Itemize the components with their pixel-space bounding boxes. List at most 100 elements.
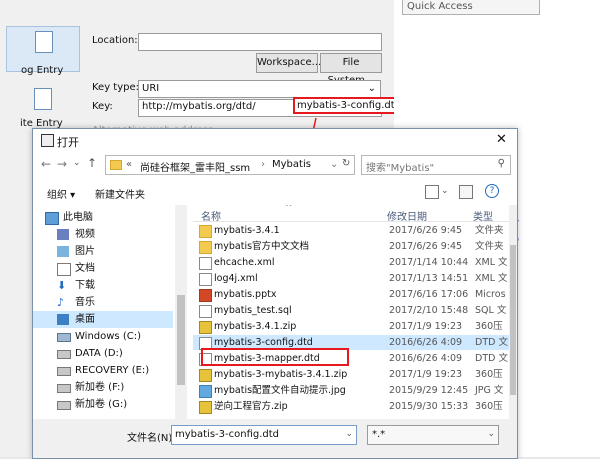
file-row[interactable]: mybatis官方中文文档 2017/6/26 9:45 文件夹 [193,239,509,254]
nav-item-drive-c[interactable]: Windows (C:) [33,328,173,345]
file-type: DTD 文 [475,337,508,348]
column-header-date[interactable]: 修改日期 [387,208,427,223]
file-date: 2016/6/26 4:09 [389,353,463,364]
file-row[interactable]: log4j.xml 2017/1/13 14:51 XML 文 [193,271,509,286]
sort-caret-icon: ^ [285,205,293,213]
nav-item-label: 文档 [75,263,95,274]
nav-item-drive-d[interactable]: DATA (D:) [33,345,173,362]
chevron-down-icon[interactable]: ⌄ [330,159,338,170]
file-type: 360压 [475,401,503,412]
search-input[interactable]: 搜索"Mybatis" ⚲ [361,155,511,175]
refresh-icon[interactable]: ↻ [342,158,350,169]
new-folder-button[interactable]: 新建文件夹 [95,186,145,201]
file-type: 文件夹 [475,241,504,252]
nav-item-label: DATA (D:) [75,348,123,359]
file-date: 2015/9/30 15:33 [389,401,469,412]
file-date: 2017/6/26 9:45 [389,225,463,236]
navigation-scrollbar[interactable] [175,205,187,419]
nav-item-label: 桌面 [75,314,95,325]
search-icon: ⚲ [497,158,505,169]
back-arrow-icon[interactable]: ← [41,157,51,171]
file-rows: mybatis-3.4.1 2017/6/26 9:45 文件夹 mybatis官方中… [193,223,509,419]
help-icon[interactable]: ? [485,184,499,198]
file-type: 360压 [475,321,503,332]
file-date: 2017/6/16 17:06 [389,289,469,300]
file-type: SQL 文 [475,305,507,316]
breadcrumb-item[interactable]: 尚硅谷框架_雷丰阳_ssm [140,159,250,174]
document-icon [57,263,71,276]
filename-value: mybatis-3-config.dtd [175,429,280,440]
nav-item-label: 视频 [75,229,95,240]
picture-icon [57,246,69,257]
nav-item-music[interactable]: ♪ 音乐 [33,294,173,311]
file-type: 文件夹 [475,225,504,236]
file-date: 2017/6/26 9:45 [389,241,463,252]
column-header-type[interactable]: 类型 [473,208,493,223]
up-arrow-icon[interactable]: ↑ [87,156,97,170]
file-date: 2017/1/9 19:23 [389,369,463,380]
nav-item-desktop[interactable]: 桌面 [33,311,173,328]
file-icon [199,273,212,286]
organize-button[interactable]: 组织 ▾ [47,186,75,201]
file-name: mybatis_test.sql [214,305,292,316]
nav-item-videos[interactable]: 视频 [33,226,173,243]
archive-icon [199,369,212,382]
file-list-scrollbar[interactable] [509,205,517,419]
breadcrumb-overflow[interactable]: « [126,159,132,170]
file-type-select[interactable]: *.* ⌄ [367,425,499,445]
file-row[interactable]: mybatis-3-mybatis-3.4.1.zip 2017/1/9 19:2… [193,367,509,382]
preview-pane-icon[interactable] [459,185,473,199]
nav-item-pictures[interactable]: 图片 [33,243,173,260]
music-icon: ♪ [57,296,65,309]
file-row[interactable]: 逆向工程官方.zip 2015/9/30 15:33 360压 [193,399,509,414]
download-icon: ⬇ [57,279,67,292]
pc-icon [45,212,59,225]
file-name: mybatis-3.4.1 [214,225,280,236]
nav-item-downloads[interactable]: ⬇ 下载 [33,277,173,294]
file-type: 360压 [475,369,503,380]
file-row[interactable]: mybatis-3.4.1.zip 2017/1/9 19:23 360压 [193,319,509,334]
file-date: 2017/2/10 15:48 [389,305,469,316]
filename-input[interactable]: mybatis-3-config.dtd ⌄ [171,425,357,445]
file-row[interactable]: mybatis-3.4.1 2017/6/26 9:45 文件夹 [193,223,509,238]
chevron-right-icon: › [261,159,265,170]
desktop-icon [57,314,69,325]
file-icon [199,305,212,318]
view-options-icon[interactable] [425,185,439,199]
nav-item-documents[interactable]: 文档 [33,260,173,277]
file-date: 2017/1/13 14:51 [389,273,469,284]
breadcrumb-item[interactable]: Mybatis [272,159,311,170]
filename-label: 文件名(N): [127,433,176,444]
scrollbar-thumb[interactable] [510,245,516,395]
file-row[interactable]: mybatis_test.sql 2017/2/10 15:48 SQL 文 [193,303,509,318]
scrollbar-thumb[interactable] [177,295,185,385]
nav-item-label: 图片 [75,246,95,257]
recent-chevron-icon[interactable]: ⌄ [73,158,81,168]
file-type: XML 文 [475,257,508,268]
nav-item-drive-f[interactable]: 新加卷 (F:) [33,379,173,396]
folder-icon [199,225,212,238]
file-row[interactable]: ehcache.xml 2017/1/14 10:44 XML 文 [193,255,509,270]
address-bar[interactable]: « 尚硅谷框架_雷丰阳_ssm › Mybatis ⌄ ↻ [105,155,355,175]
file-name: mybatis-3.4.1.zip [214,321,297,332]
nav-item-label: 新加卷 (F:) [75,382,125,393]
file-row[interactable]: mybatis.pptx 2017/6/16 17:06 Micros [193,287,509,302]
dialog-title: 打开 [57,136,79,149]
column-header-name[interactable]: 名称 [201,208,221,223]
nav-item-label: 下载 [75,280,95,291]
nav-item-label: 此电脑 [63,212,93,223]
nav-item-this-pc[interactable]: 此电脑 [33,209,173,226]
forward-arrow-icon[interactable]: → [57,157,67,171]
chevron-down-icon[interactable]: ⌄ [441,186,449,196]
video-icon [57,229,69,240]
chevron-down-icon: ⌄ [487,429,495,439]
nav-item-drive-e[interactable]: RECOVERY (E:) [33,362,173,379]
close-icon[interactable]: ✕ [496,132,507,147]
file-icon [199,257,212,270]
file-name: 逆向工程官方.zip [214,401,288,412]
file-row[interactable]: mybatis配置文件自动提示.jpg 2015/9/29 12:45 JPG 文 [193,383,509,398]
nav-item-drive-g[interactable]: 新加卷 (G:) [33,396,173,413]
chevron-down-icon[interactable]: ⌄ [345,429,353,439]
navigation-pane: 此电脑 视频 图片 文档 ⬇ 下载 ♪ 音乐 桌面 Windows (C:) D… [33,205,173,419]
drive-icon [57,333,71,342]
